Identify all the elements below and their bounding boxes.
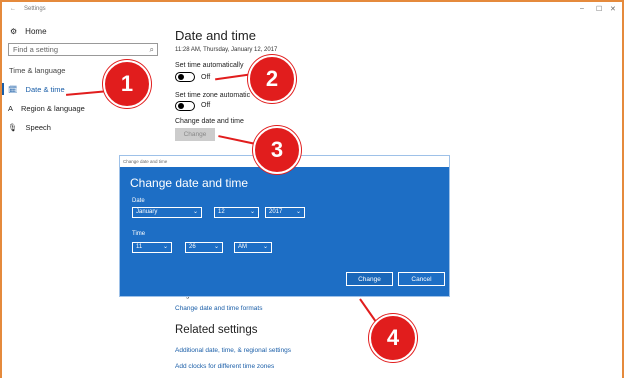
current-datetime: 11:28 AM, Thursday, January 12, 2017	[175, 47, 278, 53]
set-timezone-auto-state: Off	[201, 102, 211, 109]
gear-icon: ⚙	[10, 27, 18, 36]
minute-value: 26	[189, 244, 196, 250]
change-formats-link[interactable]: Change date and time formats	[175, 305, 262, 312]
sidebar-home-label: Home	[25, 27, 47, 36]
chevron-down-icon: ⌄	[295, 209, 301, 215]
related-link-regional[interactable]: Additional date, time, & regional settin…	[175, 347, 291, 354]
change-dt-label: Change date and time	[175, 118, 244, 125]
date-label: Date	[132, 198, 145, 204]
set-timezone-auto-toggle[interactable]	[175, 101, 195, 111]
close-icon[interactable]: ✕	[610, 5, 616, 13]
chevron-down-icon: ⌄	[249, 209, 255, 215]
set-timezone-auto-label: Set time zone automatic	[175, 92, 251, 99]
sidebar-item-date-time[interactable]: 🗓 Date & time	[2, 83, 65, 95]
title-bar: ← Settings – ☐ ✕	[2, 2, 622, 18]
sidebar-home[interactable]: ⚙ Home	[10, 27, 47, 36]
change-dt-button[interactable]: Change	[175, 128, 215, 141]
window-title: Settings	[24, 6, 46, 12]
microphone-icon: 🎙	[8, 123, 18, 132]
maximize-icon[interactable]: ☐	[596, 5, 602, 13]
dialog-change-button[interactable]: Change	[346, 272, 393, 286]
ampm-value: AM	[238, 244, 247, 250]
set-time-auto-toggle[interactable]	[175, 72, 195, 82]
sidebar-item-speech[interactable]: 🎙 Speech	[8, 123, 51, 132]
chevron-down-icon: ⌄	[213, 244, 219, 250]
annotation-badge-3: 3	[253, 126, 301, 174]
dialog-heading: Change date and time	[130, 176, 249, 190]
time-label: Time	[132, 231, 146, 237]
annotation-badge-1: 1	[103, 60, 151, 108]
page-title: Date and time	[175, 28, 256, 43]
set-time-auto-label: Set time automatically	[175, 62, 244, 69]
search-input[interactable]: Find a setting ⌕	[8, 43, 158, 56]
search-icon[interactable]: ⌕	[150, 45, 154, 55]
search-placeholder: Find a setting	[13, 45, 59, 54]
chevron-down-icon: ⌄	[162, 244, 168, 250]
sidebar-section-title: Time & language	[9, 66, 66, 75]
hour-value: 11	[136, 244, 143, 250]
ampm-select[interactable]: AM ⌄	[234, 242, 272, 253]
day-select[interactable]: 12 ⌄	[214, 207, 259, 218]
active-indicator	[2, 83, 4, 95]
sidebar-item-label: Speech	[25, 123, 51, 132]
minimize-icon[interactable]: –	[580, 5, 584, 12]
month-value: January	[136, 209, 158, 215]
sidebar-item-label: Date & time	[25, 85, 65, 94]
dialog-cancel-button[interactable]: Cancel	[398, 272, 445, 286]
year-value: 2017	[269, 209, 283, 215]
annotation-badge-4: 4	[369, 314, 417, 362]
day-value: 12	[218, 209, 225, 215]
toggle-knob	[178, 103, 184, 109]
chevron-down-icon: ⌄	[262, 244, 268, 250]
related-settings-title: Related settings	[175, 324, 258, 336]
minute-select[interactable]: 26 ⌄	[185, 242, 223, 253]
related-link-clocks[interactable]: Add clocks for different time zones	[175, 363, 274, 370]
region-icon: A	[8, 104, 14, 113]
back-icon[interactable]: ←	[10, 6, 16, 12]
month-select[interactable]: January ⌄	[132, 207, 202, 218]
sidebar-item-label: Region & language	[21, 104, 85, 113]
year-select[interactable]: 2017 ⌄	[265, 207, 305, 218]
sidebar-item-region[interactable]: A Region & language	[8, 104, 85, 113]
set-time-auto-state: Off	[201, 74, 211, 81]
hour-select[interactable]: 11 ⌄	[132, 242, 172, 253]
chevron-down-icon: ⌄	[192, 209, 198, 215]
toggle-knob	[178, 74, 184, 80]
calendar-clock-icon: 🗓	[8, 85, 18, 94]
annotation-badge-2: 2	[248, 55, 296, 103]
